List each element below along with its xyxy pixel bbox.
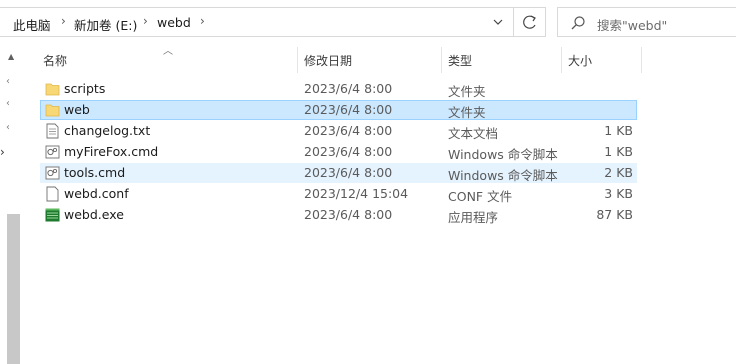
folder-icon bbox=[45, 83, 60, 96]
file-date: 2023/6/4 8:00 bbox=[304, 144, 393, 159]
collapse-icon[interactable]: › bbox=[0, 146, 5, 158]
file-row[interactable]: changelog.txt 2023/6/4 8:00 文本文档 1 KB bbox=[40, 121, 637, 141]
navigation-bar: 此电脑 › 新加卷 (E:) › webd › 搜索"webd" bbox=[0, 0, 736, 44]
file-type: 文件夹 bbox=[448, 84, 486, 99]
file-size: 87 KB bbox=[596, 207, 633, 222]
column-divider[interactable] bbox=[641, 47, 642, 73]
file-name: webd.conf bbox=[64, 186, 129, 201]
script-file-icon bbox=[45, 166, 60, 180]
nav-item-icon[interactable]: ‹ bbox=[6, 99, 10, 109]
file-name: scripts bbox=[64, 81, 106, 96]
text-file-icon bbox=[46, 123, 59, 139]
file-name: webd.exe bbox=[64, 207, 124, 222]
file-date: 2023/6/4 8:00 bbox=[304, 102, 393, 117]
file-row[interactable]: webd.exe 2023/6/4 8:00 应用程序 87 KB bbox=[40, 205, 637, 225]
column-type[interactable]: 类型 bbox=[448, 52, 472, 69]
search-icon bbox=[571, 16, 585, 30]
address-bar[interactable]: 此电脑 › 新加卷 (E:) › webd › bbox=[0, 7, 546, 37]
file-name: web bbox=[64, 102, 90, 117]
file-name: tools.cmd bbox=[64, 165, 126, 180]
nav-item-icon[interactable]: ‹ bbox=[6, 123, 10, 133]
folder-icon bbox=[45, 104, 60, 117]
search-box[interactable]: 搜索"webd" bbox=[557, 7, 736, 37]
file-size: 3 KB bbox=[604, 186, 633, 201]
breadcrumb-folder[interactable]: webd bbox=[157, 15, 191, 30]
file-size: 1 KB bbox=[604, 144, 633, 159]
scroll-up-icon[interactable]: ▲ bbox=[8, 52, 14, 61]
column-date[interactable]: 修改日期 bbox=[304, 52, 352, 69]
file-type: 文本文档 bbox=[448, 126, 499, 141]
breadcrumb-drive[interactable]: 新加卷 (E:) bbox=[74, 15, 137, 34]
scrollbar-thumb[interactable] bbox=[7, 214, 20, 364]
column-divider[interactable] bbox=[297, 47, 298, 73]
file-date: 2023/12/4 15:04 bbox=[304, 186, 409, 201]
file-type: 文件夹 bbox=[448, 105, 486, 120]
file-row-selected[interactable]: web 2023/6/4 8:00 文件夹 bbox=[40, 100, 637, 120]
nav-item-icon[interactable]: ‹ bbox=[6, 77, 10, 87]
search-input[interactable]: 搜索"webd" bbox=[597, 15, 667, 34]
column-divider[interactable] bbox=[561, 47, 562, 73]
file-size: 1 KB bbox=[604, 123, 633, 138]
breadcrumb-this-pc[interactable]: 此电脑 bbox=[13, 15, 51, 34]
file-size: 2 KB bbox=[604, 165, 633, 180]
file-type: 应用程序 bbox=[448, 210, 499, 225]
blank-file-icon bbox=[46, 186, 59, 202]
file-row[interactable]: webd.conf 2023/12/4 15:04 CONF 文件 3 KB bbox=[40, 184, 637, 204]
file-date: 2023/6/4 8:00 bbox=[304, 165, 393, 180]
file-date: 2023/6/4 8:00 bbox=[304, 81, 393, 96]
refresh-button[interactable] bbox=[513, 8, 545, 36]
column-divider[interactable] bbox=[441, 47, 442, 73]
breadcrumb-separator-icon[interactable]: › bbox=[143, 14, 148, 28]
refresh-icon bbox=[523, 15, 536, 29]
file-name: changelog.txt bbox=[64, 123, 151, 138]
sort-ascending-icon: ︿ bbox=[163, 46, 173, 57]
file-type: Windows 命令脚本 bbox=[448, 168, 558, 183]
address-dropdown-icon[interactable] bbox=[489, 13, 507, 31]
file-type: Windows 命令脚本 bbox=[448, 147, 558, 162]
file-row[interactable]: myFireFox.cmd 2023/6/4 8:00 Windows 命令脚本… bbox=[40, 142, 637, 162]
file-type: CONF 文件 bbox=[448, 189, 513, 204]
file-row-hover[interactable]: tools.cmd 2023/6/4 8:00 Windows 命令脚本 2 K… bbox=[40, 163, 637, 183]
exe-file-icon bbox=[45, 208, 60, 222]
file-row[interactable]: scripts 2023/6/4 8:00 文件夹 bbox=[40, 79, 637, 99]
file-date: 2023/6/4 8:00 bbox=[304, 207, 393, 222]
script-file-icon bbox=[45, 145, 60, 159]
navigation-pane-edge: ▲ ‹ ‹ ‹ › bbox=[0, 44, 21, 364]
file-name: myFireFox.cmd bbox=[64, 144, 159, 159]
column-size[interactable]: 大小 bbox=[568, 52, 592, 69]
column-name[interactable]: 名称 bbox=[43, 52, 67, 69]
file-date: 2023/6/4 8:00 bbox=[304, 123, 393, 138]
breadcrumb-separator-icon[interactable]: › bbox=[200, 14, 205, 28]
breadcrumb-separator-icon[interactable]: › bbox=[61, 14, 66, 28]
